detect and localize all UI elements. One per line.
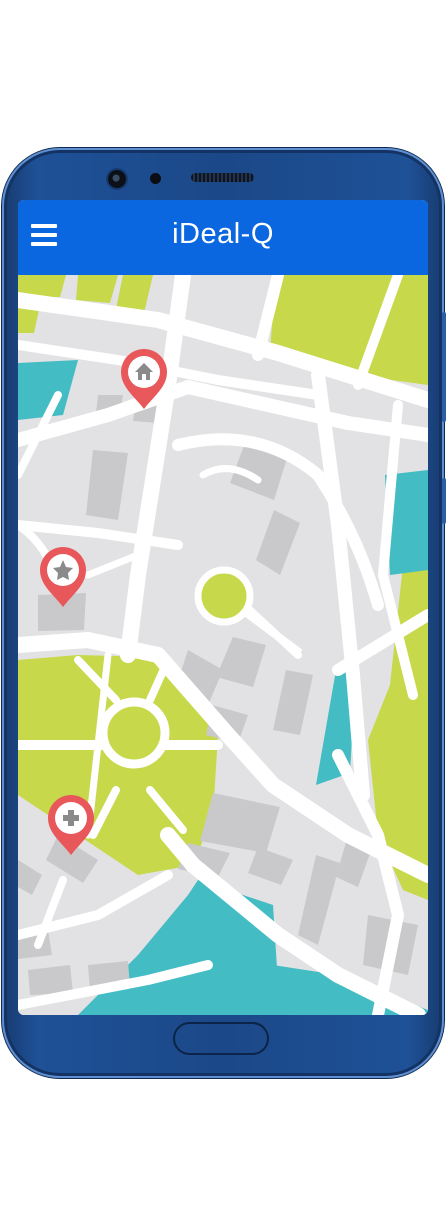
roundabout-circle	[98, 697, 170, 769]
earpiece-speaker	[191, 173, 254, 182]
power-button	[442, 478, 446, 524]
proximity-sensor	[150, 173, 161, 184]
front-camera	[108, 170, 126, 188]
device-home-button[interactable]	[173, 1022, 269, 1055]
phone-screen: iDeal-Q	[18, 200, 428, 1015]
app-title: iDeal-Q	[172, 218, 274, 250]
app-bar: iDeal-Q	[18, 200, 428, 275]
volume-button	[442, 312, 446, 422]
city-map[interactable]	[18, 275, 428, 1015]
